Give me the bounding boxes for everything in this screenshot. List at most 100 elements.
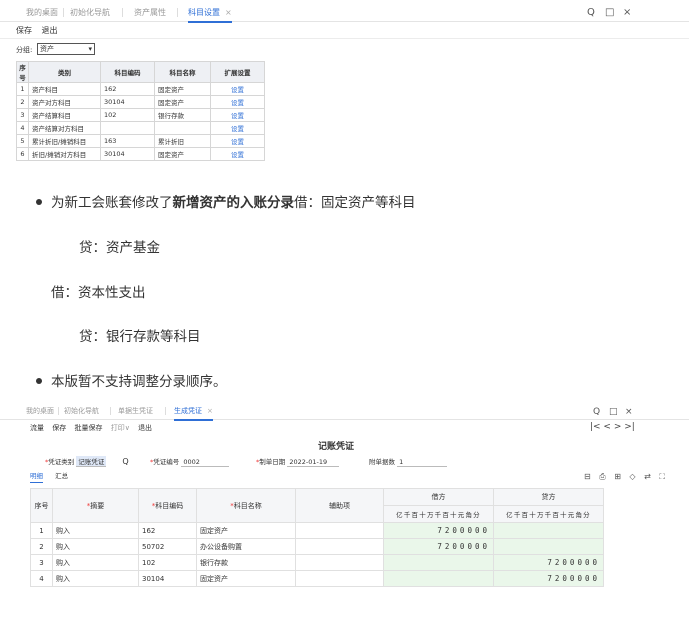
p1-pre: 为新工会账套修改了	[51, 195, 173, 211]
cell-aux[interactable]	[295, 538, 384, 555]
table-row[interactable]: 4 资产结算对方科目 设置	[16, 121, 265, 135]
table-row[interactable]: 5 累计折旧/摊销科目 163 累计折旧 设置	[16, 134, 265, 148]
search-icon[interactable]: Q	[122, 457, 128, 466]
exit-button[interactable]: 退出	[138, 424, 152, 432]
cell-summary[interactable]: 购入	[52, 538, 139, 555]
cell-code[interactable]: 30104	[100, 147, 155, 161]
cell-debit[interactable]: 7200000	[383, 538, 494, 555]
cell-debit[interactable]: 7200000	[383, 522, 494, 539]
cell-index: 2	[16, 95, 29, 109]
cell-aux[interactable]	[295, 570, 384, 587]
voucher-type-input[interactable]: 记账凭证	[76, 456, 107, 467]
table-row[interactable]: 1 资产科目 162 固定资产 设置	[16, 82, 265, 96]
paragraph-debit-capital: 借：资本性支出	[51, 285, 146, 301]
close-icon[interactable]: ×	[225, 8, 232, 17]
table-row[interactable]: 6 折旧/摊销对方科目 30104 固定资产 设置	[16, 147, 265, 161]
cell-aux[interactable]	[295, 554, 384, 571]
cell-name: 固定资产	[196, 522, 296, 539]
date-field: *制单日期 2022-01-19	[256, 456, 340, 467]
cell-debit[interactable]	[383, 570, 494, 587]
flow-button[interactable]: 流量	[30, 424, 44, 432]
pager-controls[interactable]: |< < > >|	[590, 422, 635, 432]
search-icon[interactable]: Q	[593, 407, 600, 417]
subject-table: 序号 类别 科目编码 科目名称 扩展设置 1 资产科目 162 固定资产 设置 2 资产对方…	[16, 61, 265, 161]
cell-code[interactable]	[100, 121, 155, 135]
batch-save-button[interactable]: 批量保存	[74, 424, 102, 432]
date-input[interactable]: 2022-01-19	[287, 458, 340, 467]
tab-generate-voucher[interactable]: 生成凭证 ×	[174, 406, 213, 421]
tab-doc-to-voucher[interactable]: 单据生凭证	[118, 406, 153, 416]
col-header-aux: 辅助项	[295, 488, 384, 523]
table-row[interactable]: 2 购入 50702 办公设备购置 7200000	[30, 538, 604, 555]
settings-link[interactable]: 设置	[210, 147, 265, 161]
maximize-icon[interactable]: □	[609, 407, 618, 417]
cell-debit[interactable]	[383, 554, 494, 571]
attachments-input[interactable]: 1	[397, 458, 448, 467]
col-header-debit: 借方	[383, 488, 494, 506]
tab-detail[interactable]: 明细	[30, 472, 43, 483]
settings-link[interactable]: 设置	[210, 82, 265, 96]
cell-index: 6	[16, 147, 29, 161]
cell-credit[interactable]: 7200000	[493, 570, 604, 587]
col-header-name: 科目名称	[154, 61, 211, 83]
cell-index: 3	[30, 554, 53, 571]
voucher-title: 记账凭证	[318, 442, 355, 452]
cell-summary[interactable]: 购入	[52, 522, 139, 539]
cell-aux[interactable]	[295, 522, 384, 539]
cell-index: 1	[30, 522, 53, 539]
cell-index: 1	[16, 82, 29, 96]
tab-label: 科目设置	[188, 8, 220, 17]
table-row[interactable]: 3 资产结算科目 102 银行存款 设置	[16, 108, 265, 122]
save-button[interactable]: 保存	[16, 26, 32, 35]
tab-init-nav[interactable]: 初始化导航	[64, 406, 99, 416]
cell-summary[interactable]: 购入	[52, 554, 139, 571]
settings-link[interactable]: 设置	[210, 108, 265, 122]
cell-code[interactable]: 163	[100, 134, 155, 148]
group-select[interactable]: 资产 ▾	[37, 43, 95, 55]
cell-code[interactable]: 30104	[138, 570, 197, 587]
group-label: 分组:	[16, 46, 33, 54]
save-button[interactable]: 保存	[52, 424, 66, 432]
table-row[interactable]: 2 资产对方科目 30104 固定资产 设置	[16, 95, 265, 109]
settings-link[interactable]: 设置	[210, 95, 265, 109]
cell-category: 折旧/摊销对方科目	[28, 147, 101, 161]
cell-category: 累计折旧/摊销科目	[28, 134, 101, 148]
tab-subject-settings[interactable]: 科目设置 ×	[188, 7, 232, 23]
search-icon[interactable]: Q	[587, 7, 595, 18]
cell-credit[interactable]: 7200000	[493, 554, 604, 571]
cell-index: 2	[30, 538, 53, 555]
tab-asset-attr[interactable]: 资产属性	[134, 7, 166, 18]
close-window-icon[interactable]: ×	[623, 7, 631, 18]
close-icon[interactable]: ×	[207, 407, 213, 415]
print-button[interactable]: 打印∨	[111, 424, 130, 432]
cell-credit[interactable]	[493, 538, 604, 555]
table-row[interactable]: 4 购入 30104 固定资产 7200000	[30, 570, 604, 587]
tab-bar: 我的桌面 初始化导航 资产属性 科目设置 × Q □ ×	[0, 4, 689, 23]
settings-link[interactable]: 设置	[210, 121, 265, 135]
settings-link[interactable]: 设置	[210, 134, 265, 148]
tab-summary[interactable]: 汇总	[55, 472, 68, 480]
cell-code[interactable]: 162	[100, 82, 155, 96]
table-row[interactable]: 1 购入 162 固定资产 7200000	[30, 522, 604, 539]
cell-summary[interactable]: 购入	[52, 570, 139, 587]
cell-code[interactable]: 30104	[100, 95, 155, 109]
exit-button[interactable]: 退出	[42, 26, 58, 35]
voucher-no-input[interactable]: 0002	[181, 458, 230, 467]
cell-category: 资产对方科目	[28, 95, 101, 109]
divider	[0, 38, 689, 39]
cell-credit[interactable]	[493, 522, 604, 539]
cell-code[interactable]: 162	[138, 522, 197, 539]
tab-separator	[165, 407, 166, 415]
maximize-icon[interactable]: □	[605, 7, 614, 18]
tab-my-desktop[interactable]: 我的桌面	[26, 406, 54, 416]
cell-code[interactable]: 50702	[138, 538, 197, 555]
close-window-icon[interactable]: ×	[625, 407, 633, 417]
voucher-no-label: 凭证编号	[153, 458, 180, 466]
table-tool-icons[interactable]: ⊟ ⎙ ⊞ ◇ ⇄ ⛶	[584, 472, 668, 482]
tab-init-nav[interactable]: 初始化导航	[70, 7, 110, 18]
table-row[interactable]: 3 购入 102 银行存款 7200000	[30, 554, 604, 571]
tab-separator	[122, 8, 123, 17]
tab-my-desktop[interactable]: 我的桌面	[26, 7, 58, 18]
cell-code[interactable]: 102	[138, 554, 197, 571]
cell-code[interactable]: 102	[100, 108, 155, 122]
